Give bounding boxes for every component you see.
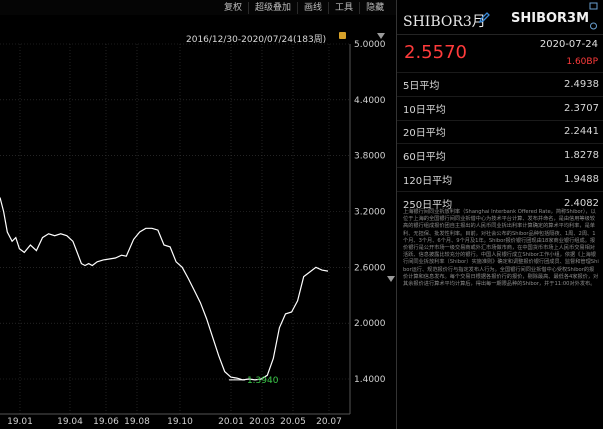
- caret-down-icon[interactable]: [377, 33, 385, 39]
- edit-pencil-icon[interactable]: [477, 11, 491, 25]
- x-tick-label: 19.01: [7, 417, 33, 427]
- y-tick-label: 4.4000: [354, 96, 386, 106]
- x-tick-label: 19.08: [124, 417, 150, 427]
- panel-separator: [397, 34, 603, 35]
- chart-grid: [0, 43, 351, 415]
- x-tick-label: 20.07: [316, 417, 342, 427]
- stat-row: 120日平均 1.9488: [397, 167, 603, 191]
- stat-row: 5日平均 2.4938: [397, 72, 603, 96]
- x-tick-label: 19.04: [57, 417, 83, 427]
- stat-label: 120日平均: [403, 176, 453, 188]
- line-chart[interactable]: 5.0000 4.4000 3.8000 3.2000 2.6000 2.0000 1.40…: [0, 0, 396, 429]
- y-tick-label: 3.2000: [354, 208, 386, 218]
- stat-row: 20日平均 2.2441: [397, 119, 603, 144]
- stat-label: 60日平均: [403, 152, 446, 164]
- stat-value: 1.8278: [564, 150, 599, 162]
- stat-row: 10日平均 2.3707: [397, 95, 603, 120]
- stat-value: 2.4082: [564, 197, 599, 209]
- x-tick-label: 19.06: [93, 417, 119, 427]
- x-tick-label: 20.05: [280, 417, 306, 427]
- stat-label: 20日平均: [403, 128, 446, 140]
- stat-label: 5日平均: [403, 80, 440, 92]
- series-line: [0, 197, 329, 381]
- instrument-name: SHIBOR3月: [403, 14, 486, 30]
- y-tick-label: 5.0000: [354, 40, 386, 50]
- stat-row: 60日平均 1.8278: [397, 143, 603, 167]
- x-tick-label: 20.03: [249, 417, 275, 427]
- y-tick-label: 1.4000: [354, 375, 386, 385]
- quote-date: 2020-07-24: [539, 39, 598, 50]
- y-tick-label: 2.0000: [354, 319, 386, 329]
- stat-value: 2.4938: [564, 78, 599, 90]
- x-tick-label: 19.10: [167, 417, 193, 427]
- stat-value: 2.2441: [564, 126, 599, 138]
- stat-label: 10日平均: [403, 104, 446, 116]
- stat-value: 2.3707: [564, 102, 599, 114]
- instrument-code: SHIBOR3M: [511, 11, 590, 26]
- y-tick-label: 2.6000: [354, 263, 386, 273]
- y-tick-label: 3.8000: [354, 152, 386, 162]
- min-value-label: 1.3940: [247, 376, 279, 386]
- collapse-arrow-icon[interactable]: [386, 270, 395, 292]
- quote-side-panel: SHIBOR3月 SHIBOR3M 2.5570 2020-07-24 1.60…: [397, 0, 603, 429]
- current-price: 2.5570: [404, 42, 467, 63]
- price-change: 1.60BP: [566, 57, 598, 67]
- x-axis: 19.01 19.04 19.06 19.08 19.10 20.01 20.03 20.05…: [7, 417, 342, 427]
- x-tick-label: 20.01: [218, 417, 244, 427]
- instrument-description: 上海银行间同业拆放利率（Shanghai Interbank Offered R…: [403, 209, 599, 288]
- moving-average-table: 5日平均 2.4938 10日平均 2.3707 20日平均 2.2441 60…: [397, 72, 603, 215]
- stat-value: 1.9488: [564, 174, 599, 186]
- y-axis: 5.0000 4.4000 3.8000 3.2000 2.6000 2.0000 1.40…: [354, 40, 386, 385]
